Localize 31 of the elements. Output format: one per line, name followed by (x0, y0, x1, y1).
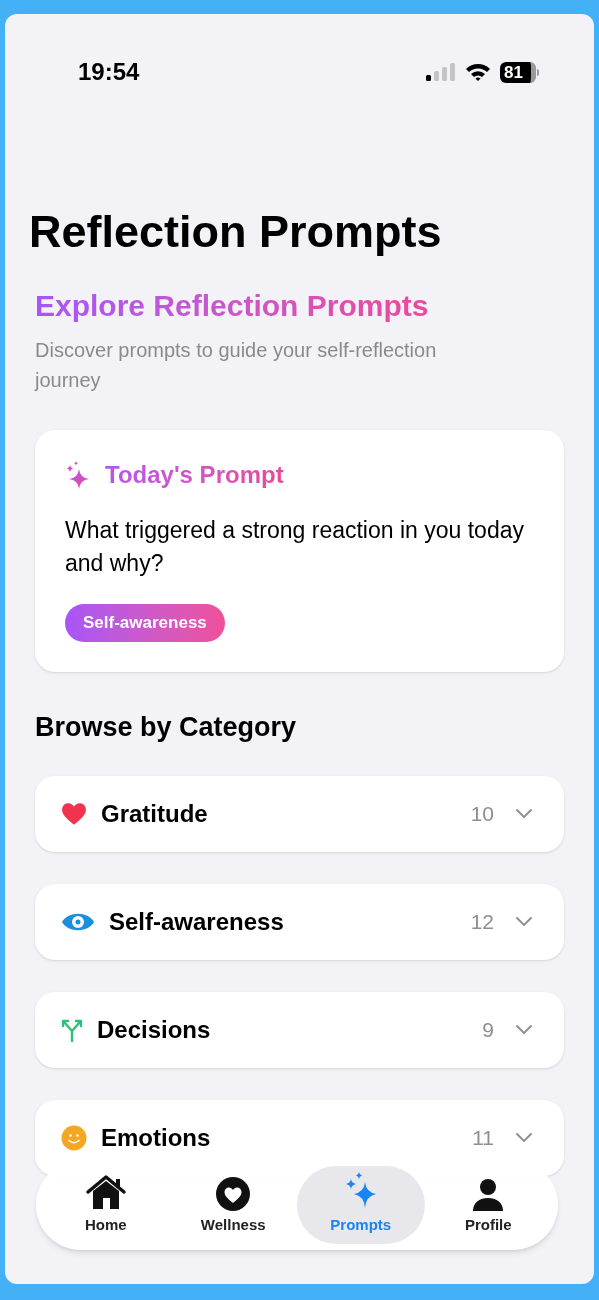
home-icon (84, 1174, 127, 1212)
heart-icon (61, 802, 87, 826)
category-name: Emotions (101, 1123, 212, 1153)
chevron-down-icon (516, 917, 532, 927)
status-time: 19:54 (78, 57, 140, 87)
wifi-icon (465, 62, 491, 82)
subtitle: Discover prompts to guide your self-reflection journey (35, 338, 438, 393)
prompt-count: 11 (472, 1125, 494, 1152)
category-name: Self-awareness (109, 907, 285, 937)
prompt-count: 10 (470, 801, 494, 828)
person-icon (472, 1178, 505, 1212)
category-section-title: Browse by Category (35, 711, 298, 744)
split-arrow-icon (61, 1018, 83, 1042)
signal-icon (426, 62, 456, 82)
prompt-count: 9 (482, 1017, 494, 1044)
prompt-text: What triggered a strong reaction in you today and why? (65, 516, 525, 578)
chevron-down-icon (516, 809, 532, 819)
category-tag: Self-awareness (65, 604, 225, 642)
category-row[interactable]: Self-awareness 12 (35, 884, 564, 960)
smiley-icon (61, 1125, 87, 1151)
eye-icon (61, 911, 95, 933)
heart-circle-icon (215, 1176, 252, 1212)
chevron-down-icon (516, 1025, 532, 1035)
chevron-down-icon (516, 1133, 532, 1143)
category-name: Decisions (97, 1015, 212, 1045)
prompt-count: 12 (470, 909, 494, 936)
battery-icon: 81 (500, 61, 539, 83)
category-row[interactable]: Gratitude 10 (35, 776, 564, 852)
category-row[interactable]: Decisions 9 (35, 992, 564, 1068)
category-name: Gratitude (101, 799, 209, 829)
page-title: Reflection Prompts (29, 205, 443, 259)
